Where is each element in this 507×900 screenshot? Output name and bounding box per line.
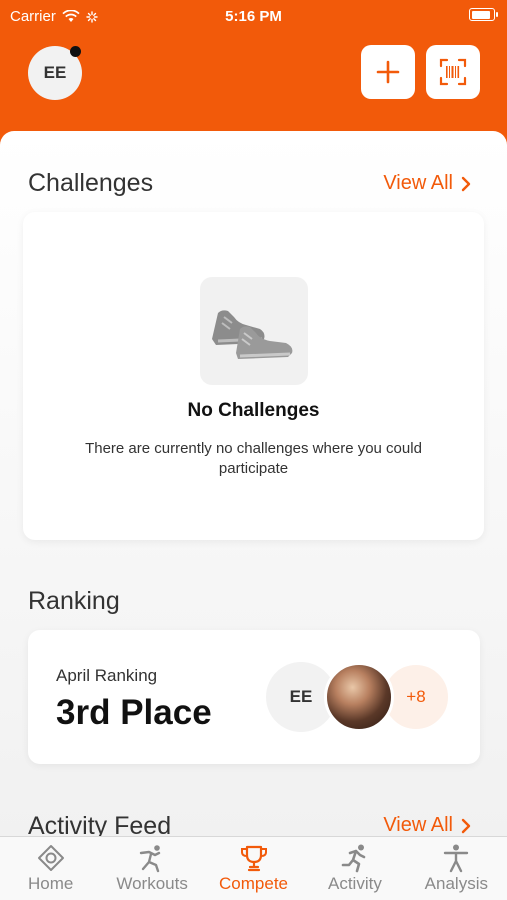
scan-barcode-button[interactable] <box>426 45 480 99</box>
activity-feed-view-all-link[interactable]: View All <box>383 814 471 836</box>
activity-feed-title: Activity Feed <box>28 812 172 836</box>
challenges-title: Challenges <box>28 169 154 197</box>
trophy-icon <box>240 845 267 872</box>
tab-label: Home <box>28 874 74 893</box>
tab-workouts[interactable]: Workouts <box>101 837 202 900</box>
participant-photo-avatar <box>324 662 394 732</box>
avatar-initials: EE <box>43 63 67 82</box>
profile-avatar[interactable]: EE <box>28 46 82 100</box>
challenges-empty-card: No Challenges There are currently no cha… <box>23 212 484 540</box>
notification-dot <box>70 46 81 57</box>
tab-compete[interactable]: Compete <box>203 837 304 900</box>
workouts-icon <box>139 845 161 873</box>
barcode-scan-icon <box>439 58 467 86</box>
ranking-avatars: EE +8 <box>266 662 451 732</box>
tab-label: Workouts <box>116 874 188 893</box>
tab-analysis[interactable]: Analysis <box>406 837 507 900</box>
tab-label: Analysis <box>424 874 488 893</box>
view-all-label: View All <box>383 172 453 194</box>
chevron-right-icon <box>461 176 471 191</box>
empty-state-text: There are currently no challenges where … <box>85 440 422 477</box>
app-header: Carrier 5:16 PM EE <box>0 0 507 150</box>
sneakers-icon <box>200 277 308 385</box>
tab-label: Activity <box>328 874 382 893</box>
empty-state-title: No Challenges <box>187 400 320 421</box>
tab-bar: Home Workouts Compete Activity Analysis <box>0 836 507 900</box>
ranking-period-label: April Ranking <box>56 666 158 685</box>
participant-initials: EE <box>289 687 313 706</box>
tab-home[interactable]: Home <box>0 837 101 900</box>
view-all-label: View All <box>383 814 453 836</box>
home-icon <box>37 845 64 871</box>
ranking-card[interactable]: April Ranking 3rd Place EE +8 <box>28 630 480 764</box>
tab-label: Compete <box>219 874 288 893</box>
add-button[interactable] <box>361 45 415 99</box>
more-participants-count: +8 <box>406 687 426 706</box>
content-sheet: Challenges View All No Challenges There … <box>0 131 507 836</box>
battery-icon <box>469 8 498 21</box>
plus-icon <box>376 60 400 84</box>
running-icon <box>341 844 366 873</box>
ranking-place: 3rd Place <box>56 693 212 732</box>
challenges-view-all-link[interactable]: View All <box>383 172 471 195</box>
tab-activity[interactable]: Activity <box>304 837 405 900</box>
ranking-title: Ranking <box>28 587 120 615</box>
status-bar: Carrier 5:16 PM <box>0 0 507 34</box>
chevron-right-icon <box>461 818 471 833</box>
person-icon <box>444 844 469 873</box>
status-time: 5:16 PM <box>225 8 282 25</box>
